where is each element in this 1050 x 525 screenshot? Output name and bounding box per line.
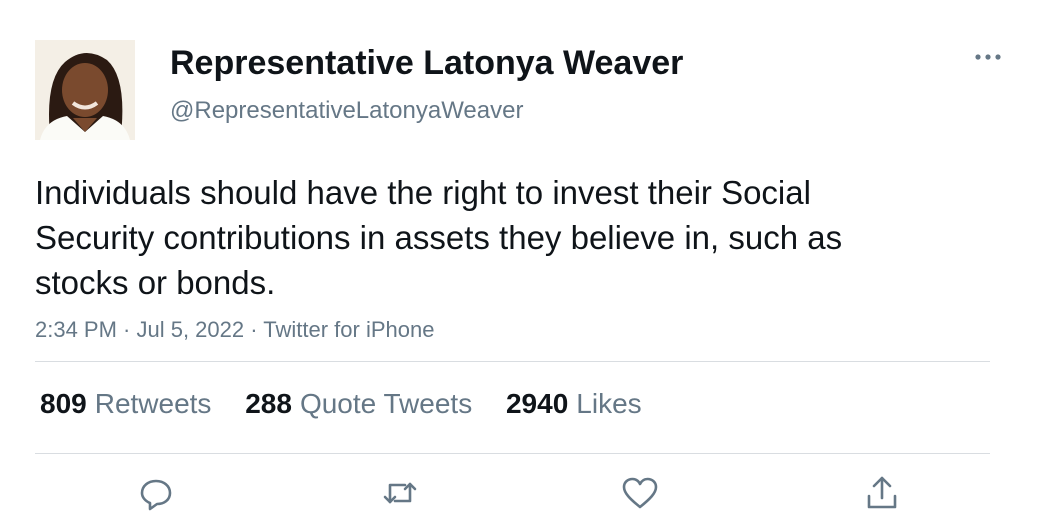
likes-label: Likes (576, 388, 642, 419)
user-handle[interactable]: @RepresentativeLatonyaWeaver (170, 96, 523, 126)
avatar[interactable] (35, 40, 135, 140)
retweet-icon[interactable] (380, 473, 420, 513)
more-options-icon[interactable] (968, 42, 1008, 72)
divider (35, 361, 990, 362)
display-name[interactable]: Representative Latonya Weaver (170, 43, 683, 83)
quote-tweets-label: Quote Tweets (299, 388, 473, 419)
divider (35, 453, 990, 454)
retweets-stat[interactable]: 809 Retweets (40, 386, 211, 422)
quote-tweets-stat[interactable]: 288 Quote Tweets (245, 386, 472, 422)
likes-stat[interactable]: 2940 Likes (506, 386, 642, 422)
retweets-label: Retweets (94, 388, 212, 419)
tweet-text: Individuals should have the right to inv… (35, 174, 843, 301)
share-icon[interactable] (862, 473, 902, 513)
reply-icon[interactable] (136, 473, 176, 513)
tweet-meta[interactable]: 2:34 PM · Jul 5, 2022 · Twitter for iPho… (35, 315, 434, 345)
like-icon[interactable] (620, 473, 660, 513)
quote-tweets-count: 288 (245, 388, 292, 419)
tweet-stats: 809 Retweets 288 Quote Tweets 2940 Likes (40, 386, 668, 422)
retweets-count: 809 (40, 388, 87, 419)
likes-count: 2940 (505, 388, 569, 419)
